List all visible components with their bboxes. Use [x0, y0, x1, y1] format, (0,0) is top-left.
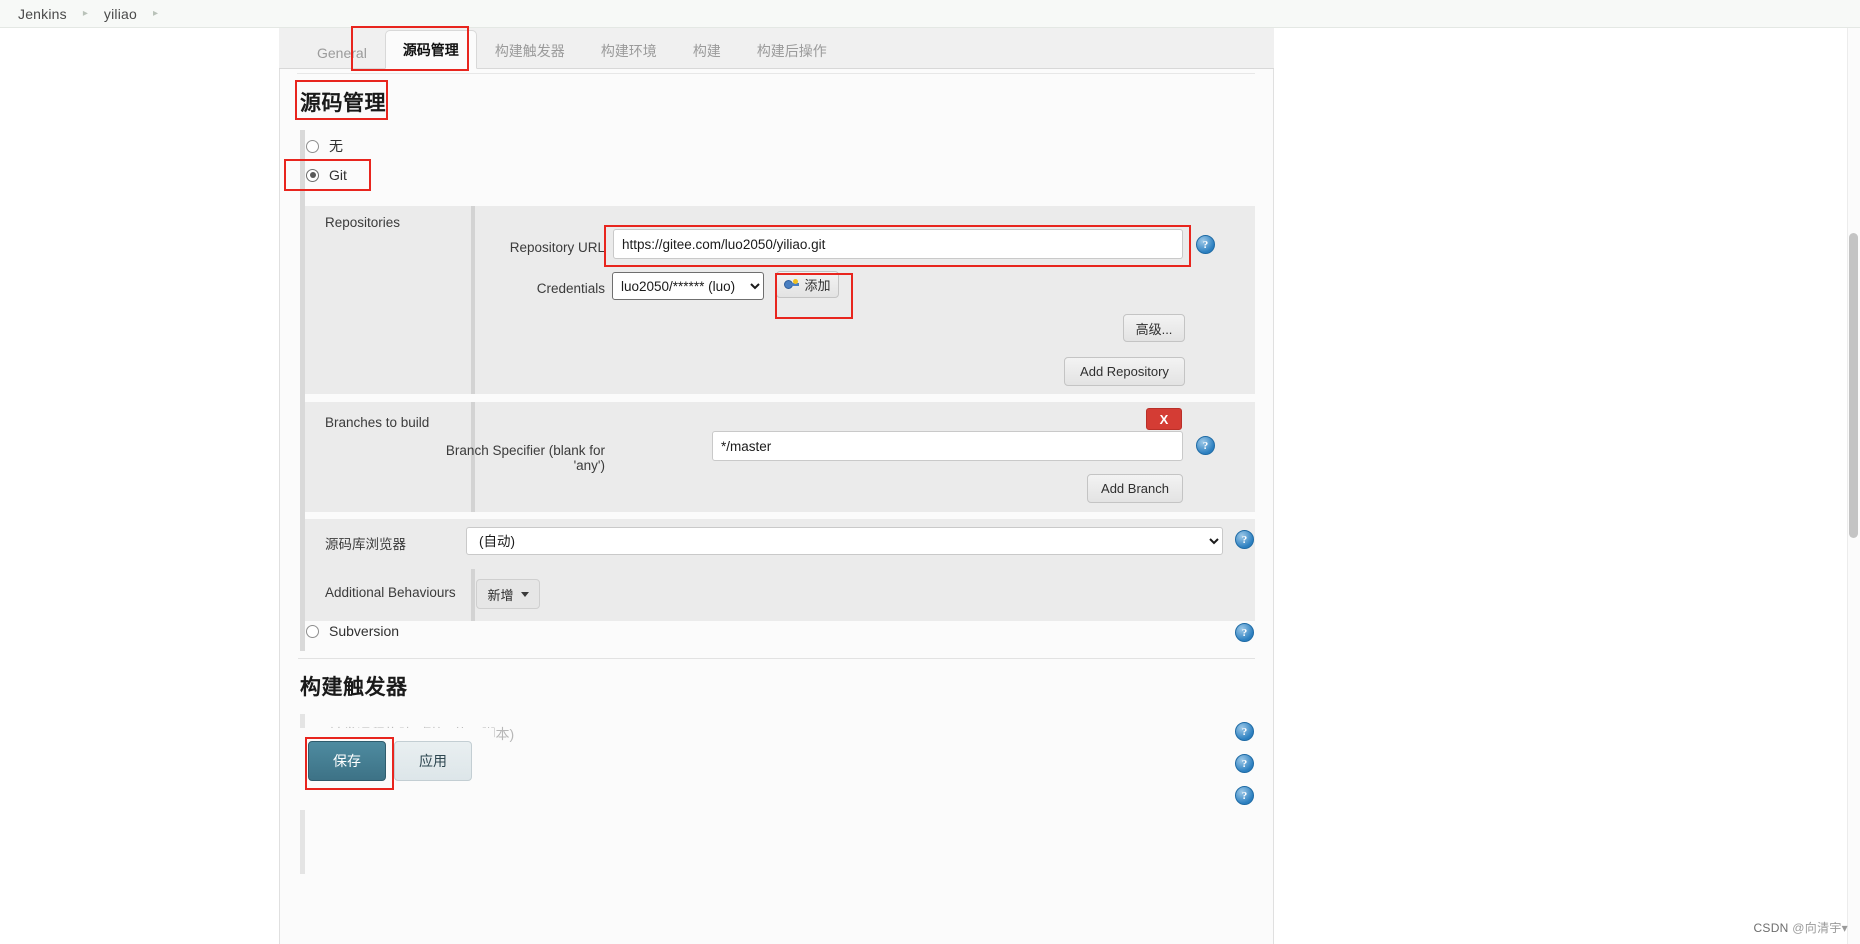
radio-subversion-icon[interactable]: [306, 624, 319, 638]
add-repository-button[interactable]: Add Repository: [1064, 357, 1185, 386]
section-divider: [298, 658, 1255, 659]
breadcrumb-item-yiliao[interactable]: yiliao: [104, 6, 137, 22]
tab-post-build-actions[interactable]: 构建后操作: [739, 31, 845, 69]
help-icon-remote-trigger[interactable]: ?: [1235, 722, 1254, 741]
add-branch-button-label: Add Branch: [1101, 481, 1169, 496]
help-icon-branch-specifier[interactable]: ?: [1196, 436, 1215, 455]
repository-url-input[interactable]: [613, 229, 1183, 259]
radio-git-icon[interactable]: [306, 168, 319, 182]
branch-specifier-input[interactable]: [712, 431, 1183, 461]
scm-rail-top: [300, 130, 305, 206]
radio-none-icon[interactable]: [306, 139, 319, 153]
tab-general[interactable]: General: [299, 35, 385, 69]
scm-section-heading: 源码管理: [300, 92, 386, 115]
scrollbar-thumb[interactable]: [1849, 233, 1858, 538]
page-scrollbar[interactable]: [1847, 28, 1860, 944]
config-tab-bar: General 源码管理 构建触发器 构建环境 构建 构建后操作: [279, 28, 1274, 69]
repo-browser-select[interactable]: (自动): [466, 527, 1223, 555]
tab-build[interactable]: 构建: [675, 31, 739, 69]
add-branch-button[interactable]: Add Branch: [1087, 474, 1183, 503]
key-icon: [784, 279, 800, 290]
scm-option-none-label: 无: [329, 138, 343, 154]
add-credentials-button[interactable]: 添加: [776, 271, 839, 298]
scm-option-git-label: Git: [329, 167, 347, 183]
advanced-button[interactable]: 高级...: [1123, 314, 1185, 342]
additional-behaviours-panel: [471, 569, 1221, 621]
chevron-down-icon: [520, 591, 529, 597]
help-icon-repo-browser[interactable]: ?: [1235, 530, 1254, 549]
additional-behaviours-add-button[interactable]: 新增: [476, 579, 540, 609]
watermark-user: @向清宇▾: [1792, 921, 1848, 935]
help-icon-trigger-2[interactable]: ?: [1235, 754, 1254, 773]
jenkins-job-config-page: Jenkins ▸ yiliao ▸ General 源码管理 构建触发器 构建…: [0, 0, 1860, 944]
tab-build-triggers[interactable]: 构建触发器: [477, 31, 583, 69]
help-icon-repository-url[interactable]: ?: [1196, 235, 1215, 254]
tab-source-code-management[interactable]: 源码管理: [384, 30, 477, 69]
scm-option-git[interactable]: Git: [306, 167, 347, 183]
tab-build-environment[interactable]: 构建环境: [583, 31, 675, 69]
watermark: CSDN @向清宇▾: [1753, 919, 1848, 936]
config-form-area: 源码管理 无 Git Repositories Repository URL ?…: [280, 69, 1273, 944]
triggers-section-heading: 构建触发器: [300, 676, 408, 699]
scm-option-subversion-label: Subversion: [329, 623, 400, 639]
remove-branch-button[interactable]: X: [1146, 408, 1182, 430]
credentials-label: Credentials: [536, 281, 605, 296]
scm-option-subversion[interactable]: Subversion: [306, 623, 399, 639]
help-icon-subversion[interactable]: ?: [1235, 623, 1254, 642]
breadcrumb-item-jenkins[interactable]: Jenkins: [18, 6, 67, 22]
scm-option-none[interactable]: 无: [306, 136, 343, 156]
top-divider: [297, 73, 1255, 74]
apply-button[interactable]: 应用: [394, 741, 472, 781]
add-repository-button-label: Add Repository: [1080, 364, 1169, 379]
help-icon-trigger-3[interactable]: ?: [1235, 786, 1254, 805]
additional-behaviours-add-label: 新增: [487, 587, 514, 603]
breadcrumb-separator-icon: ▸: [82, 8, 88, 19]
watermark-prefix: CSDN: [1753, 921, 1793, 935]
repository-url-label: Repository URL: [509, 240, 605, 255]
advanced-button-label: 高级...: [1135, 321, 1173, 337]
save-button[interactable]: 保存: [308, 741, 386, 781]
credentials-select[interactable]: luo2050/****** (luo): [612, 272, 764, 300]
breadcrumb: Jenkins ▸ yiliao ▸: [0, 0, 1860, 28]
breadcrumb-separator-icon-2: ▸: [153, 8, 159, 19]
add-credentials-button-label: 添加: [804, 278, 831, 293]
branch-specifier-label: Branch Specifier (blank for 'any'): [445, 443, 605, 473]
